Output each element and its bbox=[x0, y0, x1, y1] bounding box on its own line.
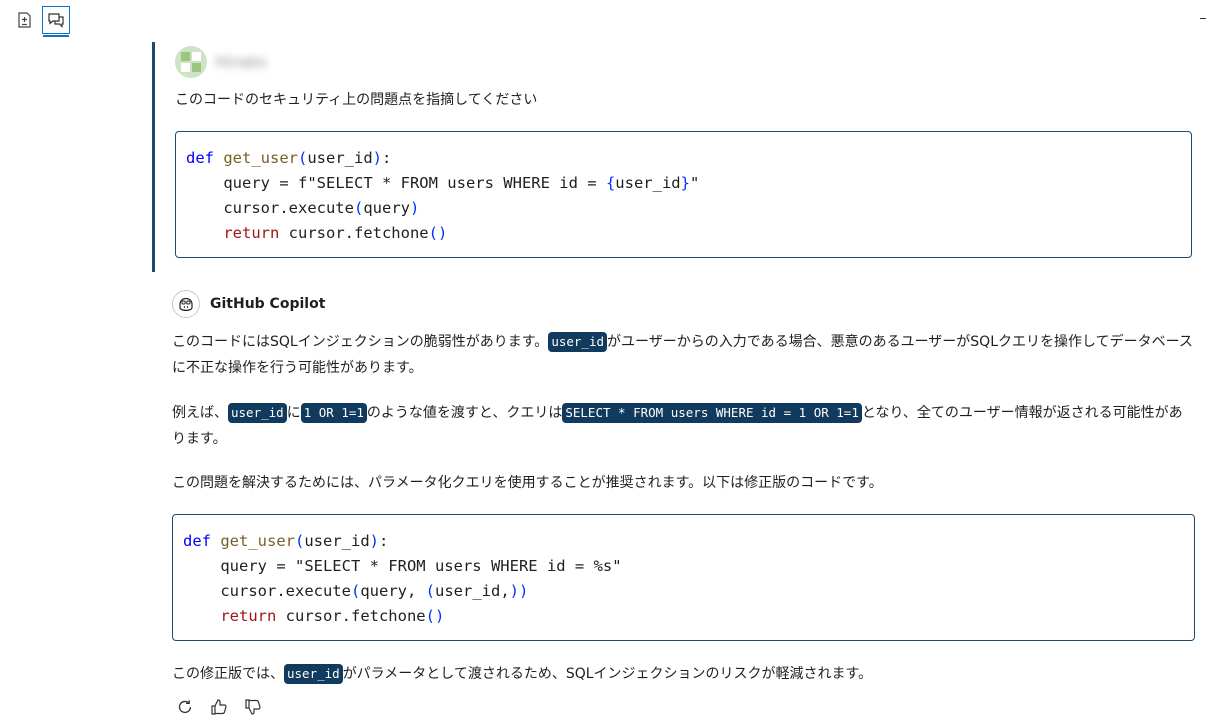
copilot-icon bbox=[172, 290, 200, 318]
thumbs-up-icon bbox=[211, 699, 227, 715]
response-paragraph-4: この修正版では、 user_id がパラメータとして渡されるため、SQLインジェクシ… bbox=[172, 664, 873, 684]
response-paragraph-3: この問題を解決するためには、パラメータ化クエリを使用することが推奨されます。以下… bbox=[172, 475, 883, 491]
top-toolbar bbox=[0, 0, 1208, 40]
code-keyword: def bbox=[186, 149, 214, 167]
user-code-block[interactable]: def get_user(user_id): query = f"SELECT … bbox=[175, 131, 1192, 258]
inline-code: user_id bbox=[284, 664, 343, 684]
code-function: get_user bbox=[223, 149, 298, 167]
user-name: Hinako bbox=[215, 53, 267, 71]
response-actions bbox=[174, 696, 264, 718]
user-message-text: このコードのセキュリティ上の問題点を指摘してください bbox=[175, 92, 538, 108]
chat-icon bbox=[48, 13, 64, 28]
fixed-code-block[interactable]: def get_user(user_id): query = "SELECT *… bbox=[172, 514, 1195, 641]
inline-code: SELECT * FROM users WHERE id = 1 OR 1=1 bbox=[562, 403, 862, 423]
inline-code: user_id bbox=[228, 403, 287, 423]
retry-icon bbox=[178, 700, 192, 714]
thumbs-down-button[interactable] bbox=[242, 696, 264, 718]
inline-code: 1 OR 1=1 bbox=[300, 403, 367, 423]
thumbs-up-button[interactable] bbox=[208, 696, 230, 718]
response-paragraph-1: このコードにはSQLインジェクションの脆弱性があります。 user_id がユーザー… bbox=[172, 332, 1193, 376]
copilot-header: GitHub Copilot bbox=[172, 289, 325, 319]
chat-view-button[interactable] bbox=[42, 6, 70, 37]
new-chat-button[interactable] bbox=[10, 6, 38, 34]
new-chat-icon bbox=[18, 12, 31, 28]
inline-code: user_id bbox=[548, 332, 607, 352]
retry-button[interactable] bbox=[174, 696, 196, 718]
response-paragraph-2: 例えば、 user_id に 1 OR 1=1 のような値を渡すと、クエリは SELECT… bbox=[172, 403, 1183, 447]
minimize-button[interactable] bbox=[1200, 18, 1206, 19]
thumbs-down-icon bbox=[245, 699, 261, 715]
user-avatar bbox=[175, 46, 207, 78]
copilot-name: GitHub Copilot bbox=[210, 296, 326, 312]
